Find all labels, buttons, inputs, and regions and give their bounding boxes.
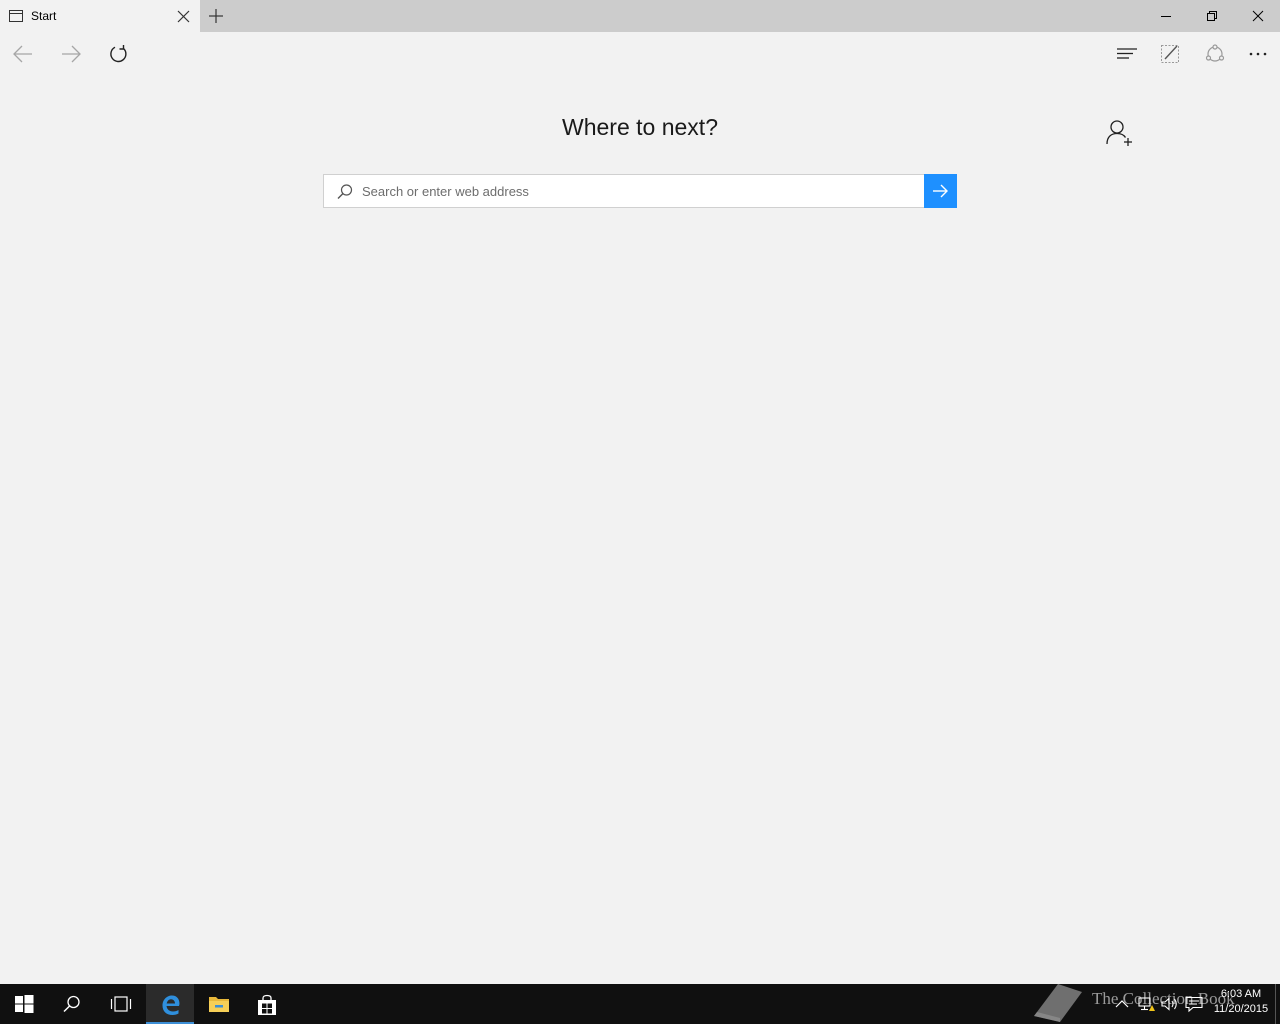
back-arrow-icon <box>13 45 32 63</box>
forward-button[interactable] <box>48 32 92 76</box>
clock-time: 6:03 AM <box>1220 988 1262 1000</box>
action-center-icon[interactable] <box>1184 994 1204 1014</box>
restore-icon <box>1207 11 1217 21</box>
taskbar-file-explorer-button[interactable] <box>194 984 242 1024</box>
person-add-icon[interactable] <box>1104 118 1136 150</box>
more-icon <box>1249 52 1267 56</box>
taskbar <box>0 984 1280 1024</box>
arrow-right-icon <box>933 184 948 198</box>
task-view-button[interactable] <box>96 984 144 1024</box>
store-icon <box>258 994 276 1015</box>
volume-icon[interactable] <box>1160 994 1180 1014</box>
page-icon <box>9 10 23 22</box>
hub-icon <box>1117 48 1137 59</box>
tab-title: Start <box>31 9 57 23</box>
search-input[interactable] <box>362 175 922 207</box>
network-icon[interactable] <box>1136 994 1156 1014</box>
navigation-toolbar <box>0 32 1280 76</box>
chevron-up-icon[interactable] <box>1112 994 1132 1014</box>
back-button[interactable] <box>0 32 44 76</box>
start-button[interactable] <box>0 984 48 1024</box>
show-desktop-button[interactable] <box>1275 984 1280 1024</box>
restore-button[interactable] <box>1188 0 1234 32</box>
tab-close-icon[interactable] <box>177 10 190 23</box>
tab-start[interactable]: Start <box>0 0 200 32</box>
minimize-icon <box>1161 16 1171 17</box>
windows-start-icon <box>15 995 34 1013</box>
new-tab-plus-icon[interactable] <box>208 8 224 24</box>
share-icon <box>1205 44 1225 62</box>
task-view-icon <box>110 996 132 1012</box>
taskbar-store-button[interactable] <box>242 984 290 1024</box>
forward-arrow-icon <box>62 45 81 63</box>
close-window-button[interactable] <box>1234 0 1280 32</box>
refresh-button[interactable] <box>96 32 140 76</box>
taskbar-search-button[interactable] <box>48 984 96 1024</box>
close-icon <box>1252 10 1264 22</box>
taskbar-edge-button[interactable] <box>146 984 194 1024</box>
refresh-icon <box>110 45 127 63</box>
web-note-button[interactable] <box>1148 32 1192 76</box>
page-title: Where to next? <box>562 114 718 140</box>
search-icon <box>336 183 354 201</box>
tab-bar: Start <box>0 0 1280 32</box>
go-button[interactable] <box>924 174 957 208</box>
more-button[interactable] <box>1236 32 1280 76</box>
minimize-button[interactable] <box>1142 0 1188 32</box>
edge-icon <box>162 995 180 1015</box>
search-icon <box>63 995 80 1013</box>
search-box <box>323 174 957 208</box>
share-button[interactable] <box>1192 32 1236 76</box>
hub-button[interactable] <box>1104 32 1148 76</box>
web-note-icon <box>1161 45 1179 63</box>
taskbar-clock[interactable]: 6:03 AM 11/20/2015 <box>1206 987 1276 1017</box>
clock-date: 11/20/2015 <box>1213 1003 1269 1015</box>
file-explorer-icon <box>209 997 229 1012</box>
